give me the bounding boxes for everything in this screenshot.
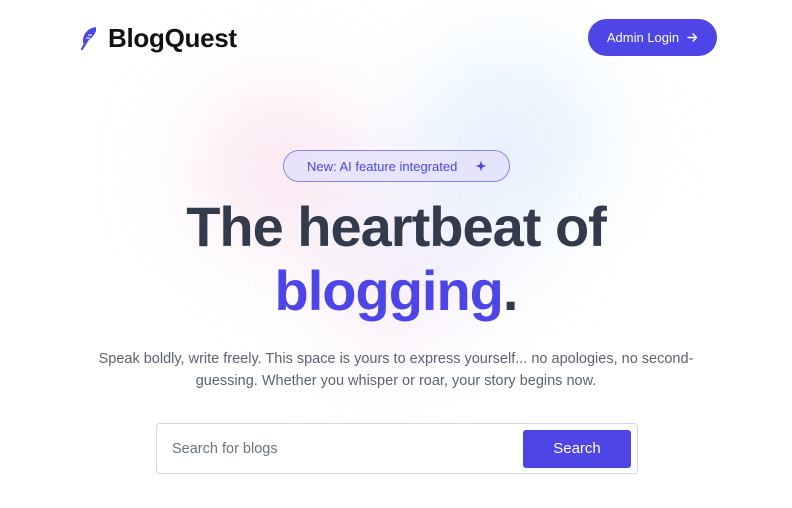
search-button[interactable]: Search bbox=[523, 429, 631, 468]
landing-page: BlogQuest Admin Login New: AI feature in… bbox=[0, 0, 792, 508]
feature-badge-label: New: AI feature integrated bbox=[307, 158, 458, 174]
brand-logo[interactable]: BlogQuest bbox=[79, 23, 237, 54]
hero-title-line2: blogging. bbox=[0, 260, 792, 322]
feather-icon bbox=[79, 26, 99, 52]
arrow-right-icon bbox=[687, 32, 698, 43]
admin-login-label: Admin Login bbox=[606, 30, 680, 45]
admin-login-button[interactable]: Admin Login bbox=[588, 19, 717, 56]
feature-badge: New: AI feature integrated bbox=[283, 150, 510, 182]
hero-subtitle: Speak boldly, write freely. This space i… bbox=[98, 351, 694, 389]
sparkle-icon bbox=[475, 160, 487, 172]
hero-title: The heartbeat of bbox=[186, 195, 607, 258]
hero-title-punctuation: . bbox=[502, 259, 519, 322]
brand-name: BlogQuest bbox=[108, 23, 237, 53]
search-bar: Search bbox=[156, 423, 638, 474]
search-input[interactable] bbox=[157, 424, 523, 473]
hero-title-accent: blogging bbox=[274, 259, 504, 322]
